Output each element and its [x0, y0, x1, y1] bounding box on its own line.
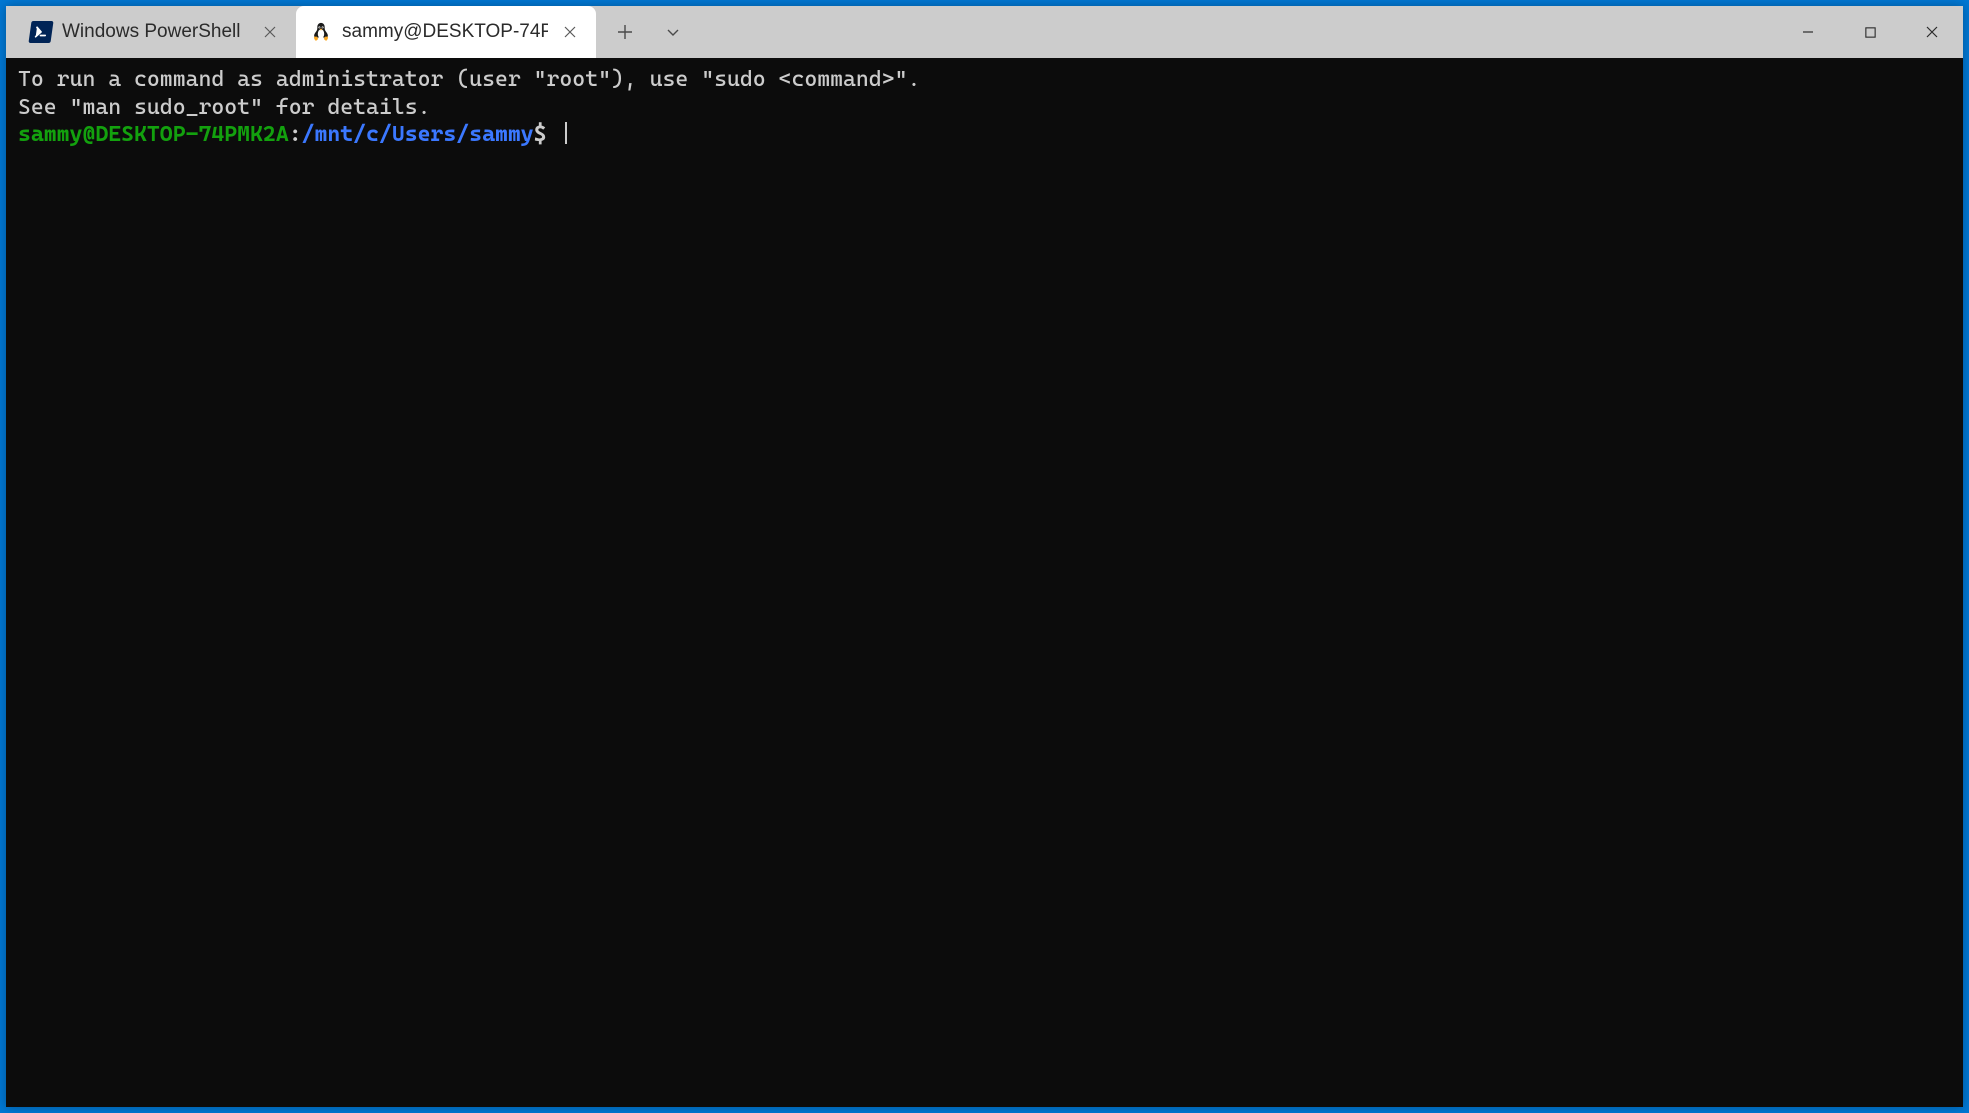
titlebar: Windows PowerShell	[6, 6, 1963, 58]
terminal-window: Windows PowerShell	[6, 6, 1963, 1107]
close-button[interactable]	[1901, 6, 1963, 58]
prompt-separator: :	[289, 122, 302, 147]
terminal-output-line: See "man sudo_root" for details.	[18, 94, 1951, 122]
tux-icon	[310, 21, 332, 43]
terminal-prompt-line: sammy@DESKTOP-74PMK2A:/mnt/c/Users/sammy…	[18, 121, 1951, 149]
new-tab-button[interactable]	[604, 11, 646, 53]
terminal-viewport[interactable]: To run a command as administrator (user …	[6, 58, 1963, 1107]
tab-label: sammy@DESKTOP-74PMK2A: /i	[342, 21, 548, 43]
maximize-button[interactable]	[1839, 6, 1901, 58]
prompt-path: /mnt/c/Users/sammy	[302, 122, 534, 147]
tab-close-button[interactable]	[258, 20, 282, 44]
titlebar-drag-region[interactable]	[702, 6, 1777, 58]
tab-close-button[interactable]	[558, 20, 582, 44]
prompt-user-host: sammy@DESKTOP-74PMK2A	[18, 122, 289, 147]
tab-strip: Windows PowerShell	[6, 6, 596, 58]
prompt-symbol: $	[534, 122, 547, 147]
tab-label: Windows PowerShell	[62, 21, 248, 43]
tab-actions	[596, 6, 702, 58]
powershell-icon	[30, 21, 52, 43]
window-controls	[1777, 6, 1963, 58]
minimize-button[interactable]	[1777, 6, 1839, 58]
tab-linux-shell[interactable]: sammy@DESKTOP-74PMK2A: /i	[296, 6, 596, 58]
tab-dropdown-button[interactable]	[652, 11, 694, 53]
cursor	[565, 122, 567, 144]
tab-powershell[interactable]: Windows PowerShell	[16, 6, 296, 58]
terminal-output-line: To run a command as administrator (user …	[18, 66, 1951, 94]
